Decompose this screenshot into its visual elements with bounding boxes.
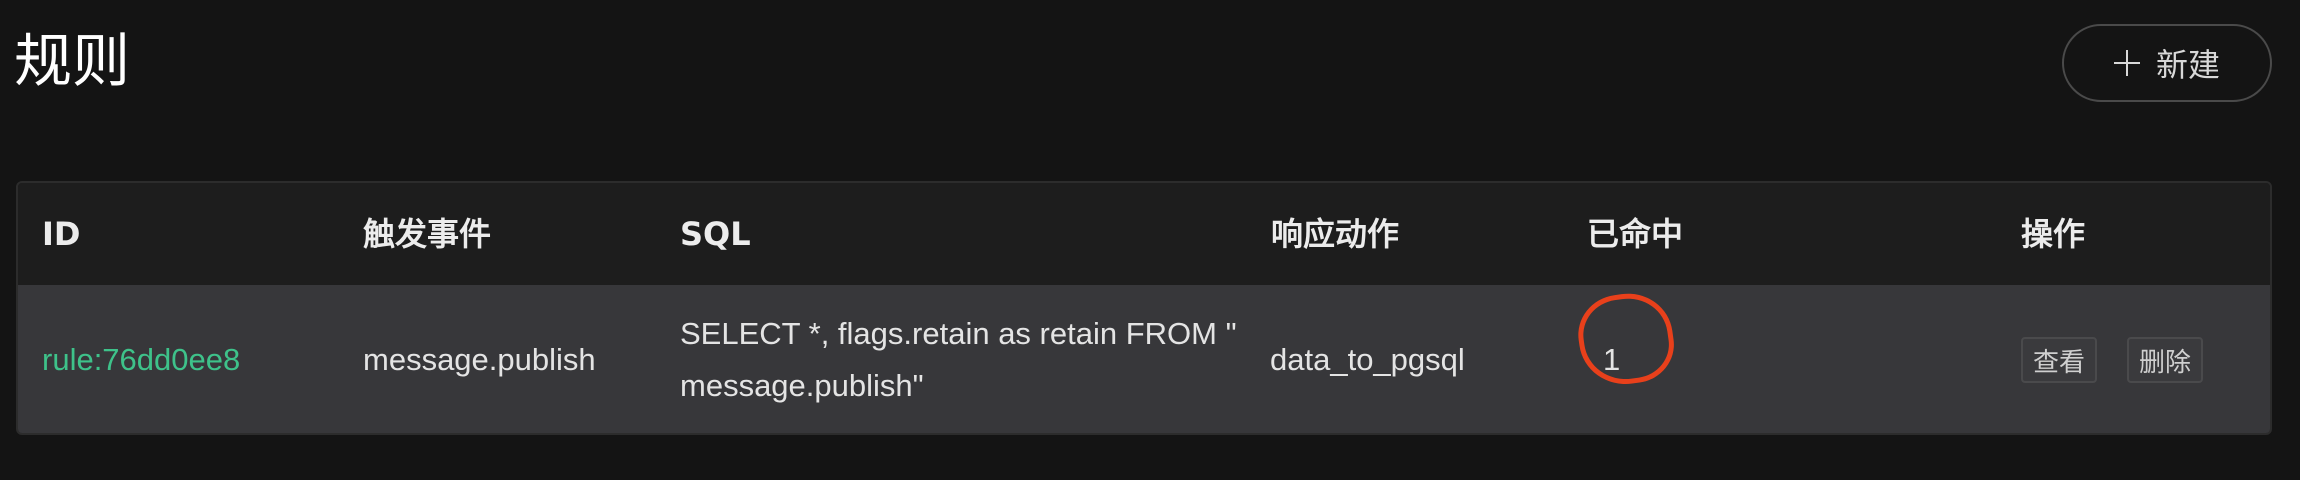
sql-cell: SELECT *, flags.retain as retain FROM " …: [680, 316, 1237, 403]
new-button-label: 新建: [2155, 46, 2220, 84]
view-button[interactable]: 查看: [2021, 337, 2098, 383]
column-header-action: 响应动作: [1271, 215, 1400, 253]
rule-id-link[interactable]: rule:76dd0ee8: [42, 342, 240, 378]
hits-value: 1: [1603, 342, 1621, 377]
table-header: ID 触发事件 SQL 响应动作 已命中 操作: [18, 183, 2270, 287]
new-rule-button[interactable]: 新建: [2062, 24, 2272, 102]
column-header-operations: 操作: [2021, 215, 2086, 253]
column-header-hits: 已命中: [1587, 215, 1684, 253]
hits-cell: 1: [1573, 287, 1679, 391]
column-header-trigger-event: 触发事件: [363, 215, 492, 253]
page-title: 规则: [14, 27, 131, 95]
column-header-sql: SQL: [680, 215, 751, 253]
column-header-id: ID: [42, 215, 81, 253]
table-row: rule:76dd0ee8 message.publish SELECT *, …: [18, 285, 2270, 433]
rules-table: ID 触发事件 SQL 响应动作 已命中 操作 rule:76dd0ee8 me…: [16, 181, 2272, 435]
delete-button[interactable]: 删除: [2127, 337, 2204, 383]
annotation-circle: [1573, 287, 1679, 391]
action-cell: data_to_pgsql: [1270, 342, 1465, 377]
trigger-event-cell: message.publish: [363, 342, 596, 377]
plus-icon: [2113, 50, 2140, 76]
